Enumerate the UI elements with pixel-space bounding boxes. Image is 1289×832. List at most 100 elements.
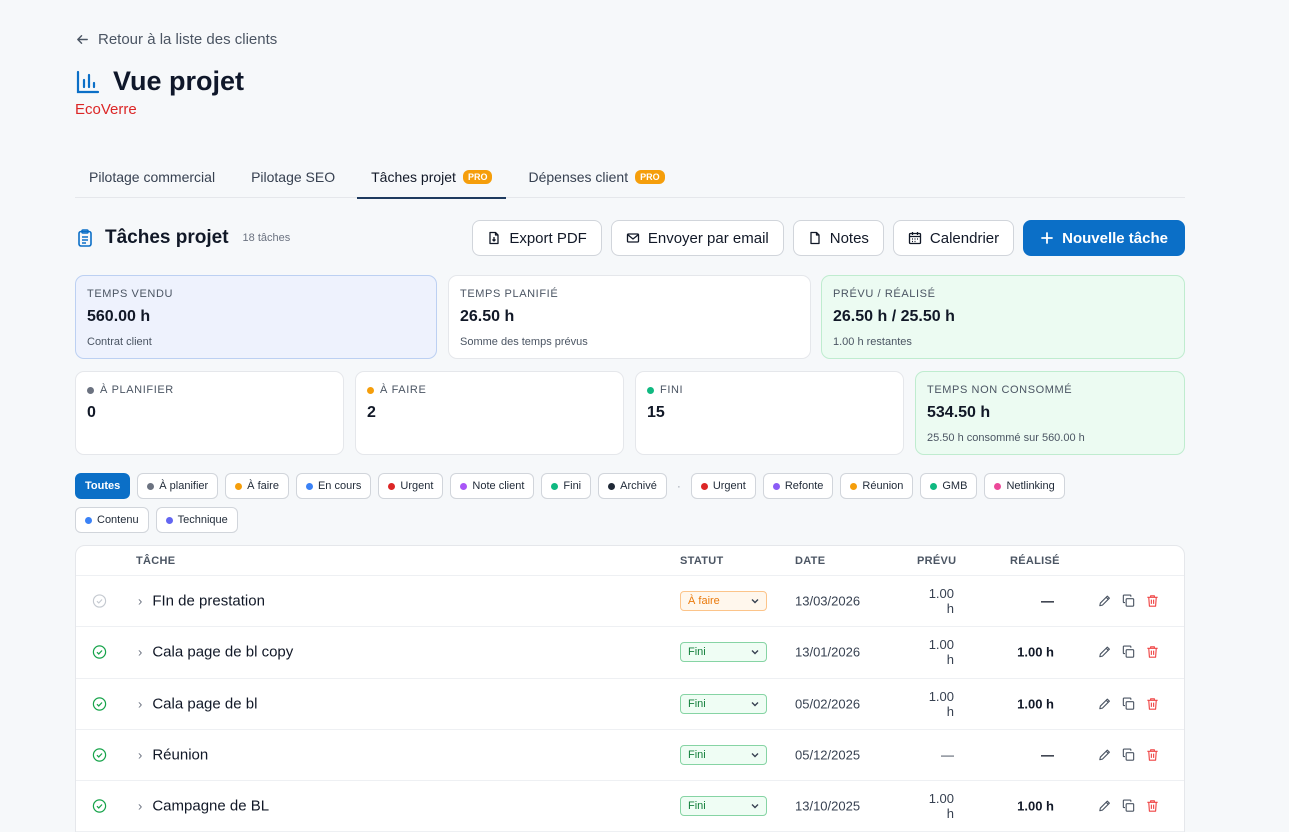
chevron-right-icon[interactable]: › <box>138 645 142 660</box>
task-complete-toggle[interactable] <box>92 645 107 660</box>
task-complete-toggle[interactable] <box>92 799 107 814</box>
chevron-down-icon <box>751 599 759 604</box>
status-select[interactable]: Fini <box>680 642 767 663</box>
filter-label: Technique <box>177 514 228 526</box>
table-row[interactable]: › Campagne de BL Fini 13/10/2025 1.00 h 1… <box>76 781 1184 832</box>
notes-button[interactable]: Notes <box>792 220 884 256</box>
task-date: 13/03/2026 <box>795 593 861 609</box>
row-actions <box>1097 799 1160 814</box>
status-select[interactable]: Fini <box>680 796 767 817</box>
tab-pilotage-commercial[interactable]: Pilotage commercial <box>75 156 229 198</box>
trash-icon[interactable] <box>1145 645 1160 660</box>
new-task-button[interactable]: Nouvelle tâche <box>1023 220 1185 256</box>
client-name: EcoVerre <box>75 101 137 118</box>
column-header-done[interactable]: RÉALISÉ <box>1010 555 1060 567</box>
stat-label: TEMPS NON CONSOMMÉ <box>927 384 1073 396</box>
tab-depenses-client[interactable]: Dépenses client PRO <box>514 156 678 198</box>
filter-chip-tag[interactable]: Contenu <box>75 507 149 533</box>
status-select[interactable]: À faire <box>680 591 767 612</box>
table-row[interactable]: › FIn de prestation À faire 13/03/2026 1.… <box>76 576 1184 628</box>
column-header-task[interactable]: TÂCHE <box>136 555 175 567</box>
column-header-planned[interactable]: PRÉVU <box>917 555 956 567</box>
status-select[interactable]: Fini <box>680 693 767 714</box>
status-select[interactable]: Fini <box>680 745 767 766</box>
calendar-button[interactable]: Calendrier <box>892 220 1015 256</box>
tag-dot <box>850 482 858 490</box>
filter-label: Note client <box>472 480 525 492</box>
copy-icon[interactable] <box>1121 748 1136 763</box>
stat-value: 0 <box>87 404 96 421</box>
status-dot <box>367 386 374 394</box>
tab-taches-projet[interactable]: Tâches projet PRO <box>357 156 507 199</box>
edit-icon[interactable] <box>1097 799 1112 814</box>
task-complete-toggle[interactable] <box>92 696 107 711</box>
edit-icon[interactable] <box>1097 696 1112 711</box>
copy-icon[interactable] <box>1121 799 1136 814</box>
bar-chart-icon <box>76 70 100 93</box>
filter-label: Contenu <box>97 514 139 526</box>
filter-chip-tag[interactable]: Réunion <box>840 473 914 499</box>
filter-row: Toutes À planifier À faire En cours Urge… <box>75 473 1185 499</box>
status-value: À faire <box>688 595 720 608</box>
table-row[interactable]: › Réunion Fini 05/12/2025 — — <box>76 730 1184 782</box>
trash-icon[interactable] <box>1145 748 1160 763</box>
task-name: Campagne de BL <box>152 797 270 815</box>
column-header-status[interactable]: STATUT <box>680 555 724 567</box>
column-header-date[interactable]: DATE <box>795 555 825 567</box>
task-planned: 1.00 h <box>928 791 954 822</box>
trash-icon[interactable] <box>1145 696 1160 711</box>
filter-chip-status[interactable]: Note client <box>450 473 535 499</box>
task-complete-toggle[interactable] <box>92 594 107 609</box>
filter-chip-status[interactable]: À planifier <box>137 473 219 499</box>
tab-label: Tâches projet <box>371 169 456 185</box>
tab-label: Pilotage SEO <box>251 169 336 185</box>
status-dot <box>647 386 654 394</box>
status-value: Fini <box>688 646 706 659</box>
stat-value: 2 <box>367 404 376 421</box>
status-dot <box>305 482 313 490</box>
filter-chip-status[interactable]: Fini <box>541 473 592 499</box>
task-name-cell: › Campagne de BL <box>138 798 269 815</box>
edit-icon[interactable] <box>1097 594 1112 609</box>
plus-icon <box>1041 232 1054 244</box>
copy-icon[interactable] <box>1121 645 1136 660</box>
filter-label: Archivé <box>620 480 657 492</box>
tab-pilotage-seo[interactable]: Pilotage SEO <box>237 156 349 198</box>
chevron-down-icon <box>751 650 759 655</box>
copy-icon[interactable] <box>1121 594 1136 609</box>
table-row[interactable]: › Cala page de bl copy Fini 13/01/2026 1.… <box>76 627 1184 679</box>
chevron-right-icon[interactable]: › <box>138 799 142 814</box>
stat-card-planned-time: TEMPS PLANIFIÉ 26.50 h Somme des temps p… <box>448 275 811 359</box>
filter-chip-status[interactable]: À faire <box>225 473 289 499</box>
filter-chip-all[interactable]: Toutes <box>75 473 131 499</box>
task-complete-toggle[interactable] <box>92 748 107 763</box>
task-planned: 1.00 h <box>928 637 954 668</box>
edit-icon[interactable] <box>1097 748 1112 763</box>
filter-chip-tag[interactable]: Refonte <box>762 473 834 499</box>
chevron-right-icon[interactable]: › <box>138 748 142 763</box>
task-count: 18 tâches <box>242 232 291 244</box>
filter-chip-tag[interactable]: Urgent <box>690 473 756 499</box>
task-name-cell: › Cala page de bl copy <box>138 644 293 661</box>
task-name: Réunion <box>152 746 209 764</box>
trash-icon[interactable] <box>1145 799 1160 814</box>
chevron-down-icon <box>751 701 759 707</box>
send-email-button[interactable]: Envoyer par email <box>610 220 784 256</box>
back-link[interactable]: Retour à la liste des clients <box>75 31 277 48</box>
filter-chip-status[interactable]: En cours <box>295 473 372 499</box>
filter-chip-status[interactable]: Archivé <box>598 473 667 499</box>
chevron-right-icon[interactable]: › <box>138 594 142 609</box>
filter-chip-status[interactable]: Urgent <box>378 473 444 499</box>
export-pdf-button[interactable]: Export PDF <box>472 220 602 256</box>
edit-icon[interactable] <box>1097 645 1112 660</box>
task-date: 05/12/2025 <box>795 747 861 763</box>
filter-chip-tag[interactable]: Technique <box>155 507 238 533</box>
trash-icon[interactable] <box>1145 594 1160 609</box>
chevron-right-icon[interactable]: › <box>138 696 142 711</box>
table-row[interactable]: › Cala page de bl Fini 05/02/2026 1.00 h … <box>76 679 1184 730</box>
task-name-cell: › Réunion <box>138 747 208 764</box>
copy-icon[interactable] <box>1121 696 1136 711</box>
filter-chip-tag[interactable]: GMB <box>920 473 978 499</box>
task-date: 05/02/2026 <box>795 696 861 712</box>
filter-chip-tag[interactable]: Netlinking <box>984 473 1065 499</box>
